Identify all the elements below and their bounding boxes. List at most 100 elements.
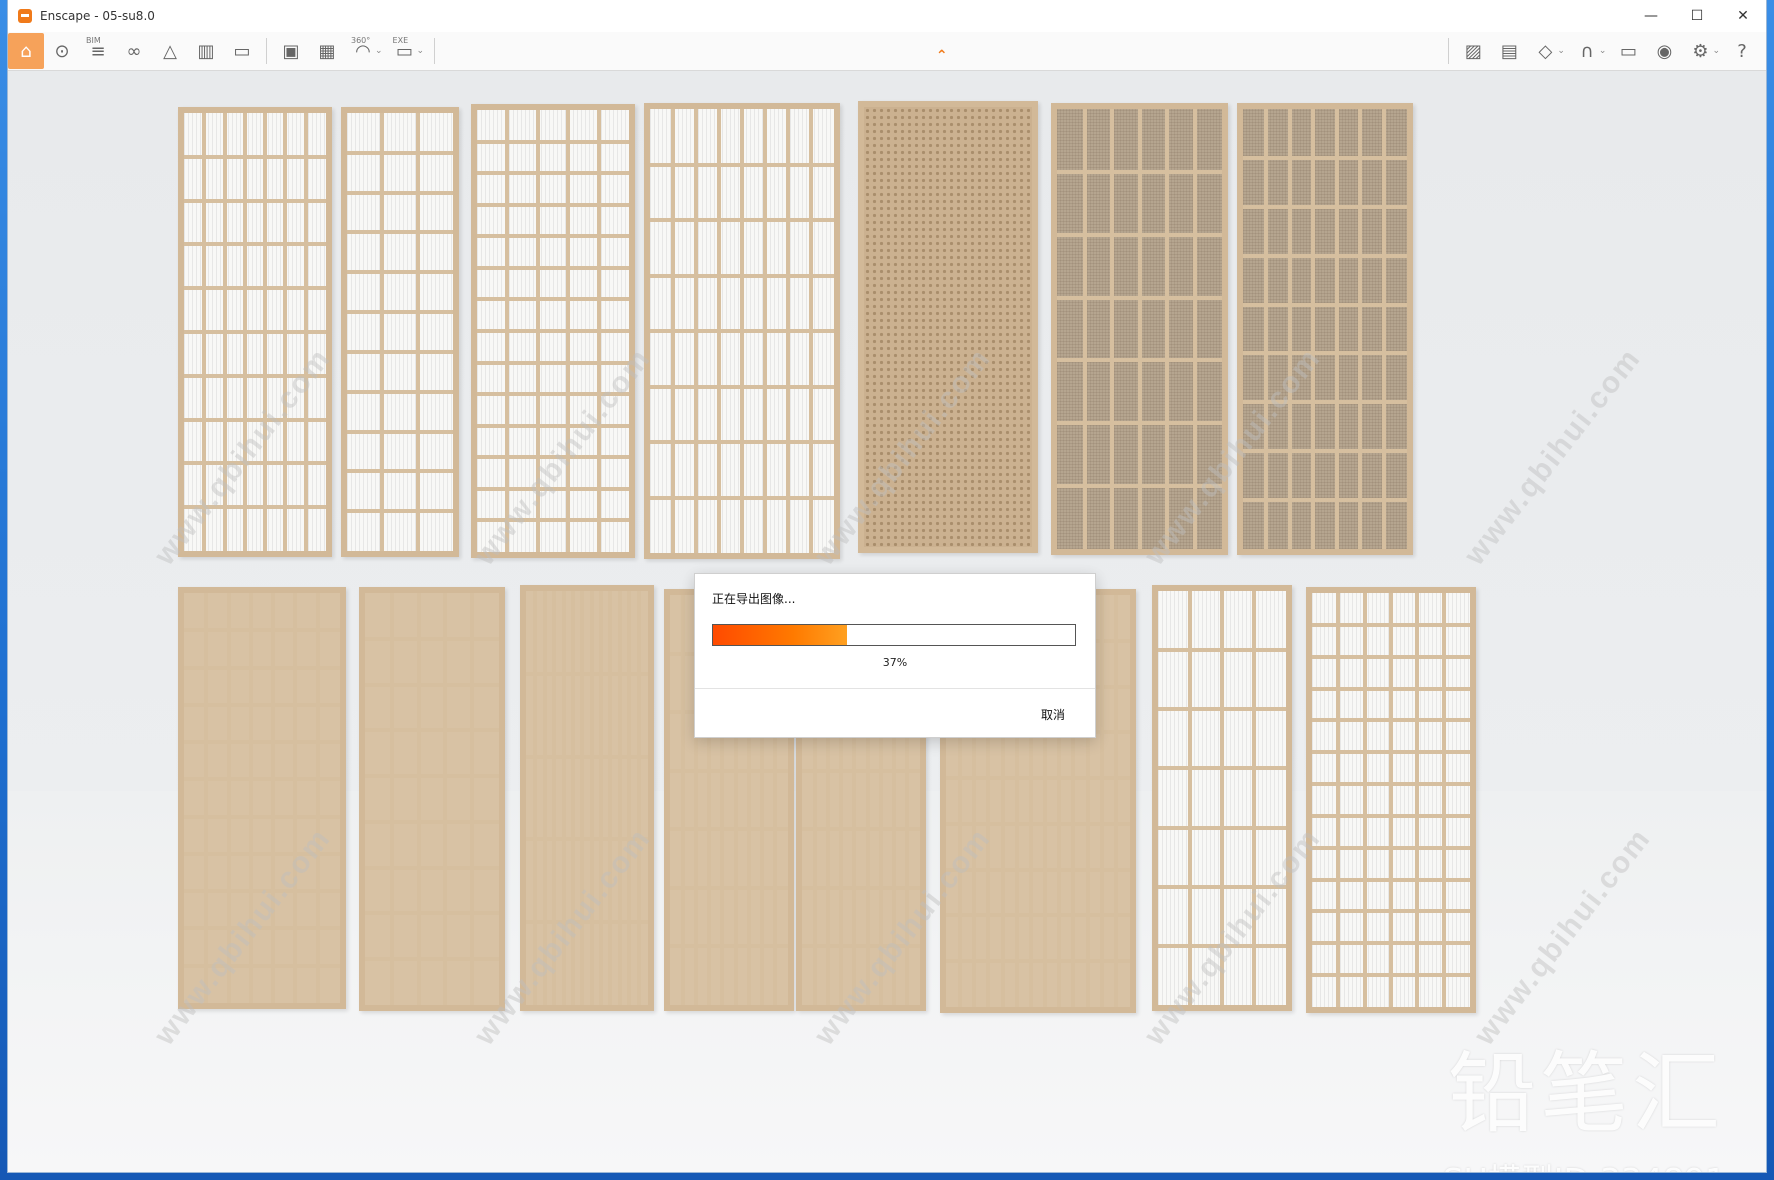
exe-export-button[interactable]: ▭ EXE: [387, 33, 423, 69]
model-id-watermark: SU模型ID:334891: [1443, 1154, 1726, 1172]
panel-transom: [184, 242, 326, 247]
home-button[interactable]: ⌂: [8, 33, 44, 69]
atmosphere-button[interactable]: △: [152, 33, 188, 69]
panel-transom: [365, 957, 499, 962]
panel-mullion: [415, 113, 420, 551]
panel-transom: [1312, 782, 1470, 787]
toolbar-right-group: ▨ ▤ ◇ ⌄ ∩ ⌄ ▭ ◉ ⚙ ⌄?: [1455, 33, 1760, 69]
panel-mullion: [271, 593, 276, 1003]
panel-transom: [184, 286, 326, 291]
panel-transom: [347, 469, 453, 474]
panel-transom: [184, 777, 340, 782]
panel-transom: [650, 329, 834, 333]
panel-transom: [347, 190, 453, 195]
panel-transom: [1243, 253, 1407, 258]
batch-export-icon: ▦: [318, 40, 336, 62]
render-viewport[interactable]: www.qbihui.com www.qbihui.com www.qbihui.c…: [8, 71, 1766, 1172]
screen-panel: [359, 587, 505, 1011]
cancel-button[interactable]: 取消: [1041, 706, 1065, 723]
panel-infill: [347, 113, 453, 551]
panel-transom: [1158, 825, 1286, 830]
panel-mullion: [1334, 109, 1339, 549]
toolbar-button-caption: 360°: [351, 36, 371, 45]
panel-transom: [347, 429, 453, 434]
buildings-button[interactable]: ▥: [188, 33, 224, 69]
brand-watermark: 铅笔汇: [1447, 1042, 1724, 1145]
settings-gear-icon: ⚙: [1692, 40, 1709, 62]
close-button[interactable]: ✕: [1720, 0, 1766, 32]
panel-transom: [347, 389, 453, 394]
map-icon: ▨: [1464, 40, 1482, 62]
toolbar-separator: [1448, 38, 1450, 64]
screen-panel: [1306, 587, 1476, 1013]
panel-mullion: [1137, 109, 1142, 549]
cube-view-button[interactable]: ◇: [1527, 33, 1563, 69]
help-button[interactable]: ?: [1724, 33, 1760, 69]
home-icon: ⌂: [20, 40, 32, 62]
progress-percent: 37%: [882, 656, 908, 669]
window-controls: — ☐ ✕: [1628, 0, 1766, 32]
help-icon: ?: [1737, 40, 1747, 62]
panel-transom: [184, 665, 340, 670]
vr-headset-button[interactable]: ▭: [1610, 33, 1646, 69]
video-clapper-button[interactable]: ▭: [224, 33, 260, 69]
panel-transom: [184, 628, 340, 633]
panel-transom: [1057, 232, 1222, 237]
panel-transom: [1312, 877, 1470, 882]
panel-transom: [184, 740, 340, 745]
maximize-button[interactable]: ☐: [1674, 0, 1720, 32]
collapse-toolbar-icon[interactable]: ⌃: [936, 48, 948, 64]
panel-transom: [1312, 909, 1470, 914]
panel-transom: [1312, 654, 1470, 659]
bim-button[interactable]: ≡ BIM: [80, 33, 116, 69]
panel-transom: [650, 384, 834, 389]
panel-transom: [1243, 204, 1407, 209]
toolbar-export-group: ▣ ▦ ◠ 360° ⌄ ▭ EXE ⌄: [273, 33, 428, 69]
eye-view-icon: ◉: [1656, 40, 1673, 62]
screen-panel: [341, 107, 459, 557]
panel-transom: [670, 827, 788, 832]
panel-mullion: [627, 591, 632, 1005]
location-pin-button[interactable]: ⊙: [44, 33, 80, 69]
screen-panel: [644, 103, 840, 559]
panel-mullion: [1287, 109, 1292, 549]
batch-export-button[interactable]: ▦: [309, 33, 345, 69]
asset-library-icon: ▤: [1500, 40, 1518, 62]
settings-gear-button[interactable]: ⚙: [1682, 33, 1718, 69]
panel-mullion: [1381, 109, 1386, 549]
panel-mullion: [1264, 109, 1269, 549]
panel-mullion: [315, 593, 320, 1003]
minimize-button[interactable]: —: [1628, 0, 1674, 32]
panel-transom: [670, 944, 788, 949]
panel-transom: [946, 959, 1130, 964]
map-button[interactable]: ▨: [1455, 33, 1491, 69]
video-clapper-icon: ▭: [233, 40, 251, 62]
panel-transom: [365, 682, 499, 687]
panel-transom: [670, 885, 788, 890]
panel-mullion: [617, 591, 622, 1005]
panel-transom: [1243, 498, 1407, 503]
eye-view-button[interactable]: ◉: [1646, 33, 1682, 69]
panel-transom: [347, 230, 453, 235]
panel-mullion: [380, 113, 385, 551]
material-editor-button[interactable]: ∩: [1569, 33, 1605, 69]
panel-transom: [802, 827, 920, 832]
panel-transom: [477, 265, 629, 270]
vr-headset-icon: ▭: [1619, 40, 1637, 62]
panel-transom: [365, 865, 499, 870]
screenshot-export-button[interactable]: ▣: [273, 33, 309, 69]
panel-transom: [1243, 351, 1407, 356]
panel-transom: [1057, 295, 1222, 300]
panel-transom: [184, 154, 326, 159]
toolbar-separator: [434, 38, 436, 64]
binoculars-button[interactable]: ∞: [116, 33, 152, 69]
panel-transom: [1158, 766, 1286, 771]
title-bar[interactable]: Enscape - 05-su8.0 — ☐ ✕: [8, 0, 1766, 32]
panel-transom: [1158, 707, 1286, 712]
asset-library-button[interactable]: ▤: [1491, 33, 1527, 69]
export-progress-dialog: 正在导出图像... 37% 取消: [694, 573, 1096, 738]
panorama-360-button[interactable]: ◠ 360°: [345, 33, 381, 69]
panel-transom: [184, 702, 340, 707]
toolbar-spacer: ⌃: [441, 32, 1442, 70]
panel-mullion: [599, 591, 604, 1005]
